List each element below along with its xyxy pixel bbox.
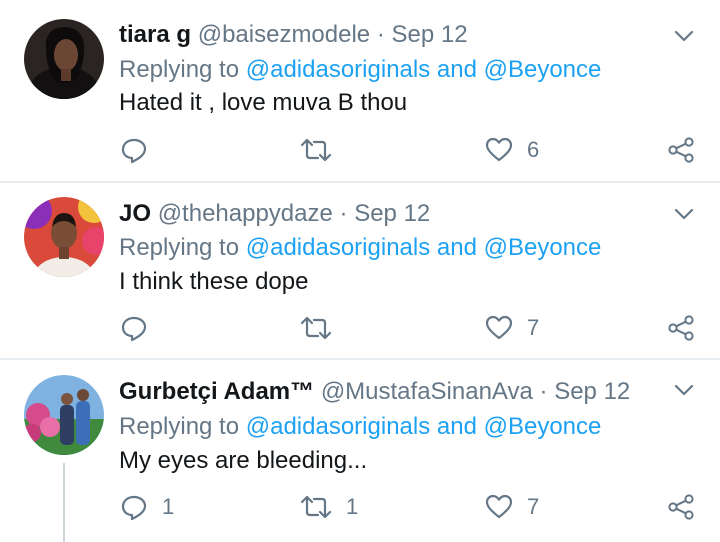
- replying-to: Replying to @adidasoriginals and @Beyonc…: [119, 412, 601, 442]
- user-handle[interactable]: @MustafaSinanAva: [321, 378, 533, 405]
- tweet-date[interactable]: Sep 12: [354, 200, 430, 227]
- replying-to-mentions[interactable]: @adidasoriginals and @Beyonce: [246, 413, 602, 440]
- tweet-3[interactable]: Gurbetçi Adam™ @MustafaSinanAva · Sep 12…: [0, 361, 720, 542]
- user-handle[interactable]: @baisezmodele: [198, 21, 370, 48]
- reply-count: 1: [162, 494, 175, 519]
- share-icon: [668, 315, 694, 341]
- avatar[interactable]: [24, 197, 104, 277]
- like-count: 7: [527, 315, 540, 340]
- retweet-icon: [300, 316, 332, 340]
- display-name[interactable]: Gurbetçi Adam™: [119, 378, 314, 405]
- like-count: 7: [527, 494, 540, 519]
- divider: [0, 358, 720, 360]
- separator-dot: ·: [339, 200, 348, 227]
- tweet-text: I think these dope: [119, 268, 309, 295]
- retweet-icon: [300, 495, 332, 519]
- like-button[interactable]: 7: [485, 313, 539, 343]
- user-handle[interactable]: @thehappydaze: [158, 200, 333, 227]
- reply-icon: [121, 138, 147, 164]
- retweet-button[interactable]: 1: [300, 492, 358, 522]
- replying-to: Replying to @adidasoriginals and @Beyonc…: [119, 233, 601, 263]
- heart-icon: [485, 137, 513, 162]
- retweet-button[interactable]: [300, 313, 346, 343]
- retweet-count: 1: [346, 494, 359, 519]
- display-name[interactable]: JO: [119, 200, 151, 227]
- tweet-2[interactable]: JO @thehappydaze · Sep 12 Replying to @a…: [0, 183, 720, 360]
- heart-icon: [485, 494, 513, 519]
- replying-to-label: Replying to: [119, 234, 240, 261]
- display-name[interactable]: tiara g: [119, 21, 191, 48]
- like-button[interactable]: 7: [485, 492, 539, 522]
- replying-to-mentions[interactable]: @adidasoriginals and @Beyonce: [246, 56, 602, 83]
- heart-icon: [485, 315, 513, 340]
- reply-icon: [121, 495, 147, 521]
- reply-button[interactable]: [120, 313, 162, 343]
- replying-to-mentions[interactable]: @adidasoriginals and @Beyonce: [246, 234, 602, 261]
- share-icon: [668, 494, 694, 520]
- chevron-down-icon[interactable]: [672, 24, 696, 48]
- share-button[interactable]: [667, 313, 695, 343]
- retweet-button[interactable]: [300, 135, 346, 165]
- reply-icon: [121, 316, 147, 342]
- separator-dot: ·: [539, 378, 548, 405]
- like-count: 6: [527, 137, 540, 162]
- tweet-text: My eyes are bleeding...: [119, 447, 368, 474]
- tweet-text: Hated it , love muva B thou: [119, 89, 408, 116]
- tweet-date[interactable]: Sep 12: [554, 378, 630, 405]
- chevron-down-icon[interactable]: [672, 378, 696, 402]
- avatar[interactable]: [24, 19, 104, 99]
- tweet-1[interactable]: tiara g @baisezmodele · Sep 12 Replying …: [0, 0, 720, 182]
- reply-button[interactable]: [120, 135, 162, 165]
- share-button[interactable]: [667, 135, 695, 165]
- replying-to-label: Replying to: [119, 56, 240, 83]
- share-button[interactable]: [667, 492, 695, 522]
- reply-button[interactable]: 1: [120, 492, 174, 522]
- like-button[interactable]: 6: [485, 135, 539, 165]
- replying-to: Replying to @adidasoriginals and @Beyonc…: [119, 55, 601, 85]
- thread-line: [63, 463, 65, 542]
- replying-to-label: Replying to: [119, 413, 240, 440]
- separator-dot: ·: [376, 21, 385, 48]
- avatar[interactable]: [24, 375, 104, 455]
- tweet-date[interactable]: Sep 12: [392, 21, 468, 48]
- chevron-down-icon[interactable]: [672, 202, 696, 226]
- share-icon: [668, 137, 694, 163]
- retweet-icon: [300, 138, 332, 162]
